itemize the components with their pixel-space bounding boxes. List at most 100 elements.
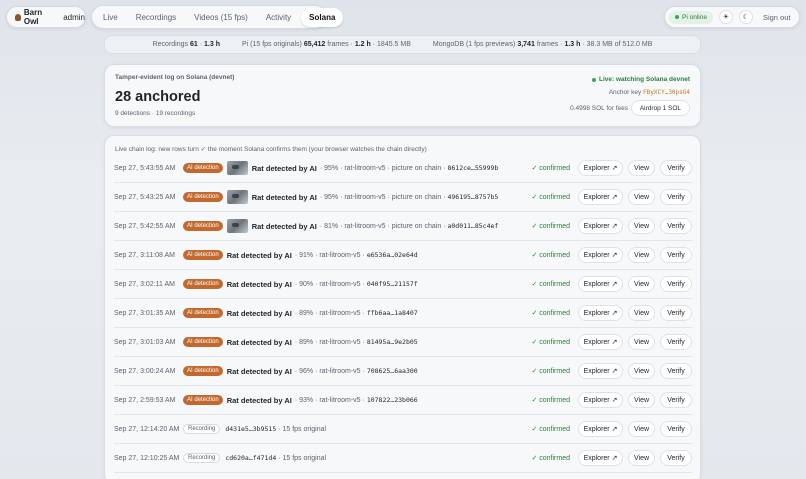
row-timestamp: Sep 27, 5:43:25 AM	[114, 193, 176, 201]
row-hash: e6536a…02e64d	[366, 251, 418, 259]
tab-recordings[interactable]: Recordings	[128, 8, 184, 27]
row-actions: ✓ confirmed Explorer ↗ View Verify	[531, 218, 692, 234]
sign-out-link[interactable]: Sign out	[763, 13, 791, 22]
detection-thumbnail[interactable]	[226, 190, 248, 204]
tab-activity[interactable]: Activity	[258, 8, 299, 27]
live-status-label: Live: watching Solana devnet	[598, 76, 690, 83]
explorer-button[interactable]: Explorer ↗	[578, 218, 623, 234]
view-button[interactable]: View	[628, 276, 655, 292]
owl-icon	[15, 13, 21, 21]
storage-stats: Recordings 61 · 1.3 h Pi (15 fps origina…	[104, 35, 701, 54]
anchored-count: 28 anchored	[115, 89, 201, 105]
mongo-stat-label: MongoDB (1 fps previews)	[432, 41, 516, 48]
explorer-button[interactable]: Explorer ↗	[578, 276, 623, 292]
row-hash: 8612ce…55999b	[447, 164, 499, 172]
row-title: Rat detected by AI	[226, 250, 292, 260]
row-meta: · 89% · rat-litroom-v5 ·	[294, 338, 365, 346]
row-hash: 496195…8757b5	[447, 193, 499, 201]
view-button[interactable]: View	[628, 189, 655, 205]
ai-detection-badge: AI detection	[183, 308, 223, 318]
table-row: Sep 27, 3:11:08 AM AI detection Rat detect…	[114, 241, 692, 270]
verify-button[interactable]: Verify	[660, 334, 692, 350]
view-button[interactable]: View	[628, 334, 655, 350]
ai-detection-badge: AI detection	[183, 221, 223, 231]
tab-live[interactable]: Live	[95, 8, 126, 27]
verify-button[interactable]: Verify	[660, 305, 692, 321]
anchor-key-value[interactable]: FByXCY…30psG4	[643, 89, 690, 96]
row-actions: ✓ confirmed Explorer ↗ View Verify	[531, 160, 692, 176]
dark-theme-button[interactable]: ☾	[738, 10, 753, 24]
light-theme-button[interactable]: ☀	[718, 10, 733, 24]
explorer-button[interactable]: Explorer ↗	[578, 450, 623, 466]
verify-button[interactable]: Verify	[660, 247, 692, 263]
tab-videos[interactable]: Videos (15 fps)	[186, 8, 256, 27]
row-timestamp: Sep 27, 3:00:24 AM	[114, 367, 176, 375]
detection-thumbnail[interactable]	[226, 219, 248, 233]
view-button[interactable]: View	[628, 421, 655, 437]
row-meta: · 95% · rat-litroom-v5 · picture on chai…	[319, 164, 446, 172]
anchor-key: Anchor key FByXCY…30psG4	[609, 89, 690, 96]
table-row: Sep 27, 12:14:20 AM Recording d431e5…3b951…	[114, 415, 692, 444]
verify-button[interactable]: Verify	[660, 218, 692, 234]
row-title: Rat detected by AI	[226, 337, 292, 347]
anchored-breakdown: 9 detections · 19 recordings	[115, 110, 196, 117]
verify-button[interactable]: Verify	[660, 363, 692, 379]
explorer-button[interactable]: Explorer ↗	[578, 160, 623, 176]
row-meta: · 89% · rat-litroom-v5 ·	[294, 309, 365, 317]
ai-detection-badge: AI detection	[183, 366, 223, 376]
pi-frames-unit: frames ·	[327, 41, 353, 48]
row-timestamp: Sep 27, 3:11:08 AM	[114, 251, 175, 259]
explorer-button[interactable]: Explorer ↗	[578, 247, 623, 263]
mongo-hours: 1.3 h	[564, 41, 581, 48]
pi-stat: Pi (15 fps originals) 65,412 frames · 1.…	[241, 41, 411, 48]
row-actions: ✓ confirmed Explorer ↗ View Verify	[531, 450, 692, 466]
tab-solana[interactable]: Solana	[301, 7, 344, 27]
row-actions: ✓ confirmed Explorer ↗ View Verify	[531, 276, 692, 292]
explorer-button[interactable]: Explorer ↗	[578, 334, 623, 350]
brand[interactable]: Barn Owl admin	[6, 6, 86, 28]
view-button[interactable]: View	[628, 160, 655, 176]
explorer-button[interactable]: Explorer ↗	[578, 421, 623, 437]
ai-detection-badge: AI detection	[183, 337, 223, 347]
explorer-button[interactable]: Explorer ↗	[578, 305, 623, 321]
pi-stat-label: Pi (15 fps originals)	[241, 41, 302, 48]
mongo-size: 38.3 MB of 512.0 MB	[586, 41, 653, 48]
view-button[interactable]: View	[628, 247, 655, 263]
verify-button[interactable]: Verify	[660, 392, 692, 408]
row-hash: 107822…23b066	[366, 396, 418, 404]
row-actions: ✓ confirmed Explorer ↗ View Verify	[531, 305, 692, 321]
confirmed-status: ✓ confirmed	[531, 223, 570, 230]
confirmed-status: ✓ confirmed	[531, 368, 570, 375]
row-title: Rat detected by AI	[251, 192, 317, 202]
verify-button[interactable]: Verify	[660, 160, 692, 176]
verify-button[interactable]: Verify	[660, 189, 692, 205]
row-actions: ✓ confirmed Explorer ↗ View Verify	[531, 363, 692, 379]
row-actions: ✓ confirmed Explorer ↗ View Verify	[531, 334, 692, 350]
view-button[interactable]: View	[628, 218, 655, 234]
row-hash: 040f95…21157f	[366, 280, 418, 288]
verify-button[interactable]: Verify	[660, 421, 692, 437]
view-button[interactable]: View	[628, 450, 655, 466]
row-meta: · 91% · rat-litroom-v5 ·	[294, 251, 365, 259]
view-button[interactable]: View	[628, 392, 655, 408]
table-row: Sep 27, 2:59:53 AM AI detection Rat detect…	[114, 386, 692, 415]
verify-button[interactable]: Verify	[660, 450, 692, 466]
explorer-button[interactable]: Explorer ↗	[578, 363, 623, 379]
view-button[interactable]: View	[628, 363, 655, 379]
detection-thumbnail[interactable]	[226, 161, 248, 175]
airdrop-button[interactable]: Airdrop 1 SOL	[630, 100, 690, 116]
ai-detection-badge: AI detection	[183, 163, 223, 173]
verify-button[interactable]: Verify	[660, 276, 692, 292]
explorer-button[interactable]: Explorer ↗	[578, 189, 623, 205]
view-button[interactable]: View	[628, 305, 655, 321]
row-title: Rat detected by AI	[226, 308, 292, 318]
recordings-stat: Recordings 61 · 1.3 h	[152, 41, 220, 48]
status-bar: Pi online ☀ ☾ Sign out	[664, 6, 800, 28]
recording-badge: Recording	[183, 424, 221, 434]
brand-role: admin	[63, 12, 85, 22]
explorer-button[interactable]: Explorer ↗	[578, 392, 623, 408]
sol-balance: 0.4998 SOL for fees	[570, 105, 628, 112]
pi-status-badge: Pi online	[669, 10, 713, 24]
row-title: Rat detected by AI	[251, 163, 317, 173]
mongo-stat: MongoDB (1 fps previews) 3,741 frames · …	[432, 41, 653, 48]
